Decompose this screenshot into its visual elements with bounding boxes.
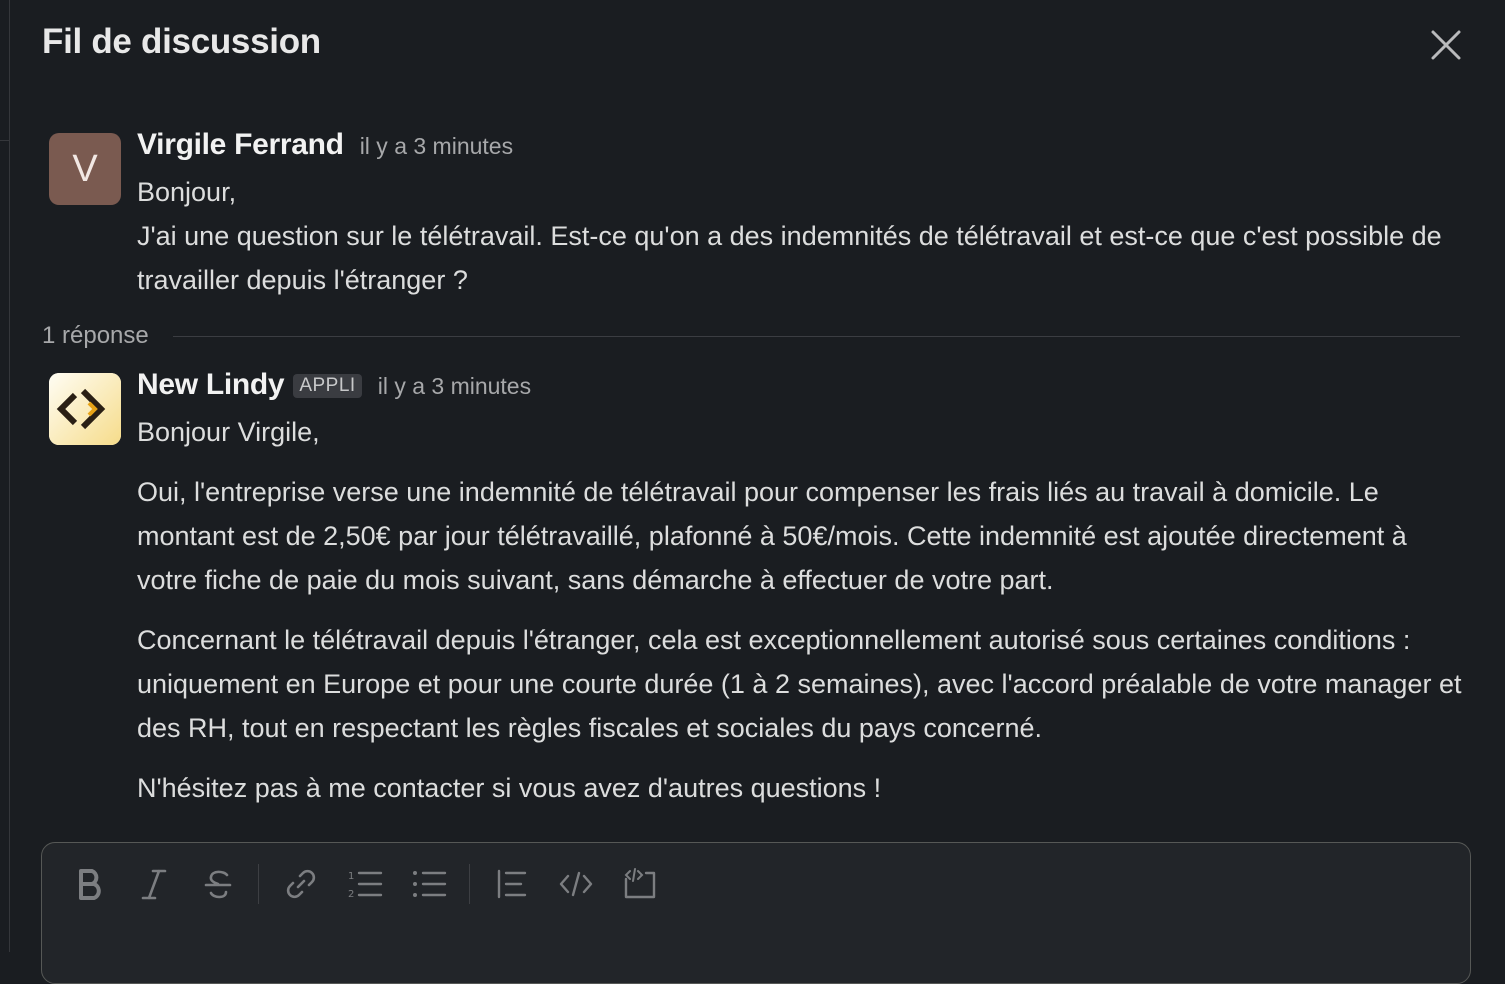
- message-header: Virgile Ferrand il y a 3 minutes: [137, 128, 513, 162]
- message-body: Bonjour Virgile, Oui, l'entreprise verse…: [137, 410, 1467, 810]
- replies-divider: 1 réponse: [42, 318, 1460, 354]
- blockquote-icon[interactable]: [495, 867, 529, 901]
- message-line: J'ai une question sur le télétravail. Es…: [137, 221, 1442, 295]
- author-name[interactable]: Virgile Ferrand: [137, 128, 344, 162]
- app-badge: APPLI: [293, 374, 362, 398]
- ordered-list-button[interactable]: 1 2: [343, 862, 387, 906]
- message-paragraph: N'hésitez pas à me contacter si vous ave…: [137, 773, 882, 803]
- strikethrough-button[interactable]: [196, 862, 240, 906]
- bold-button[interactable]: [68, 862, 112, 906]
- message-header: New Lindy APPLI il y a 3 minutes: [137, 368, 531, 402]
- svg-text:1: 1: [348, 871, 354, 882]
- code-icon[interactable]: [558, 867, 594, 901]
- author-name[interactable]: New Lindy: [137, 368, 285, 402]
- timestamp[interactable]: il y a 3 minutes: [360, 133, 513, 160]
- toolbar-separator: [469, 864, 470, 904]
- bulleted-list-icon[interactable]: [411, 867, 447, 901]
- bulleted-list-button[interactable]: [407, 862, 451, 906]
- message-greeting: Bonjour Virgile,: [137, 417, 320, 447]
- timestamp[interactable]: il y a 3 minutes: [378, 373, 531, 400]
- bold-icon[interactable]: [75, 867, 105, 901]
- message-paragraph: Oui, l'entreprise verse une indemnité de…: [137, 477, 1407, 595]
- svg-text:2: 2: [348, 889, 354, 900]
- close-icon[interactable]: [1427, 26, 1465, 64]
- code-block-button[interactable]: [618, 862, 662, 906]
- message-body: Bonjour, J'ai une question sur le télétr…: [137, 170, 1467, 302]
- lindy-logo-icon: [49, 373, 121, 445]
- avatar[interactable]: V: [49, 133, 121, 205]
- code-button[interactable]: [554, 862, 598, 906]
- message-composer[interactable]: 1 2: [41, 842, 1471, 984]
- code-block-icon[interactable]: [622, 867, 658, 901]
- close-button[interactable]: [1427, 26, 1465, 64]
- divider-line: [172, 335, 1460, 337]
- strikethrough-icon[interactable]: [203, 867, 233, 901]
- replies-count: 1 réponse: [42, 322, 149, 349]
- lindy-logo-avatar[interactable]: [49, 373, 121, 445]
- sidebar-edge: [0, 0, 10, 952]
- thread-title: Fil de discussion: [42, 22, 321, 61]
- sidebar-edge-notch: [0, 140, 9, 171]
- formatting-toolbar: 1 2: [68, 861, 682, 907]
- link-button[interactable]: [279, 862, 323, 906]
- blockquote-button[interactable]: [490, 862, 534, 906]
- toolbar-separator: [258, 864, 259, 904]
- italic-button[interactable]: [132, 862, 176, 906]
- message-line: Bonjour,: [137, 177, 237, 207]
- link-icon[interactable]: [284, 867, 318, 901]
- message-paragraph: Concernant le télétravail depuis l'étran…: [137, 625, 1462, 743]
- ordered-list-icon[interactable]: 1 2: [347, 867, 383, 901]
- italic-icon[interactable]: [139, 867, 169, 901]
